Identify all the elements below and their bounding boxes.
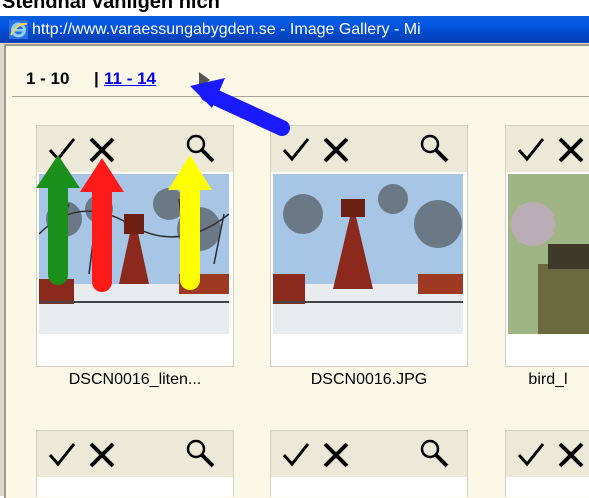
next-page-link[interactable]: 11 - 14: [104, 62, 156, 96]
approve-check-icon[interactable]: [514, 132, 548, 166]
thumbnail-card: bird_l: [505, 125, 589, 388]
zoom-magnifier-icon[interactable]: [417, 437, 451, 471]
thumbnail-image[interactable]: [273, 174, 463, 334]
window-title: http://www.varaessungabygden.se - Image …: [32, 21, 421, 38]
thumbnail-card: [505, 430, 589, 497]
thumbnail-image[interactable]: [508, 174, 589, 334]
thumbnail-card: DSCN0016.JPG: [270, 125, 468, 388]
delete-x-icon[interactable]: [85, 437, 119, 471]
approve-check-icon[interactable]: [514, 437, 548, 471]
delete-x-icon[interactable]: [554, 132, 588, 166]
thumbnail-toolbar: [271, 126, 467, 172]
cropped-caption: Stendhal vanligen nich: [0, 0, 589, 16]
thumbnail-filename: bird_l: [528, 371, 568, 388]
thumbnail-filename: DSCN0016_liten...: [68, 371, 202, 388]
pagination-bar: 1 - 10 | 11 - 14: [12, 62, 589, 97]
thumbnail-card: DSCN0016_liten...: [36, 125, 234, 388]
pager-separator: |: [94, 69, 99, 88]
delete-x-icon[interactable]: [319, 132, 353, 166]
thumbnail-card: [270, 430, 468, 497]
thumbnail-toolbar: [37, 126, 233, 172]
thumbnail-image[interactable]: [39, 174, 229, 334]
delete-x-icon[interactable]: [319, 437, 353, 471]
thumbnail-toolbar: [506, 126, 589, 172]
delete-x-icon[interactable]: [85, 132, 119, 166]
zoom-magnifier-icon[interactable]: [183, 437, 217, 471]
approve-check-icon[interactable]: [45, 437, 79, 471]
approve-check-icon[interactable]: [279, 437, 313, 471]
approve-check-icon[interactable]: [279, 132, 313, 166]
thumbnail-card: [36, 430, 234, 497]
delete-x-icon[interactable]: [554, 437, 588, 471]
zoom-magnifier-icon[interactable]: [417, 132, 451, 166]
caption-text: Stendhal vanligen nich: [2, 0, 220, 13]
approve-check-icon[interactable]: [45, 132, 79, 166]
thumbnail-toolbar: [271, 431, 467, 477]
internet-explorer-icon: [9, 20, 28, 39]
thumbnail-filename: DSCN0016.JPG: [310, 371, 428, 388]
thumbnail-toolbar: [506, 431, 589, 477]
next-page-arrow-icon[interactable]: [199, 72, 210, 88]
current-page-range: 1 - 10: [26, 69, 70, 88]
zoom-magnifier-icon[interactable]: [183, 132, 217, 166]
thumbnail-toolbar: [37, 431, 233, 477]
window-titlebar[interactable]: http://www.varaessungabygden.se - Image …: [0, 16, 589, 43]
